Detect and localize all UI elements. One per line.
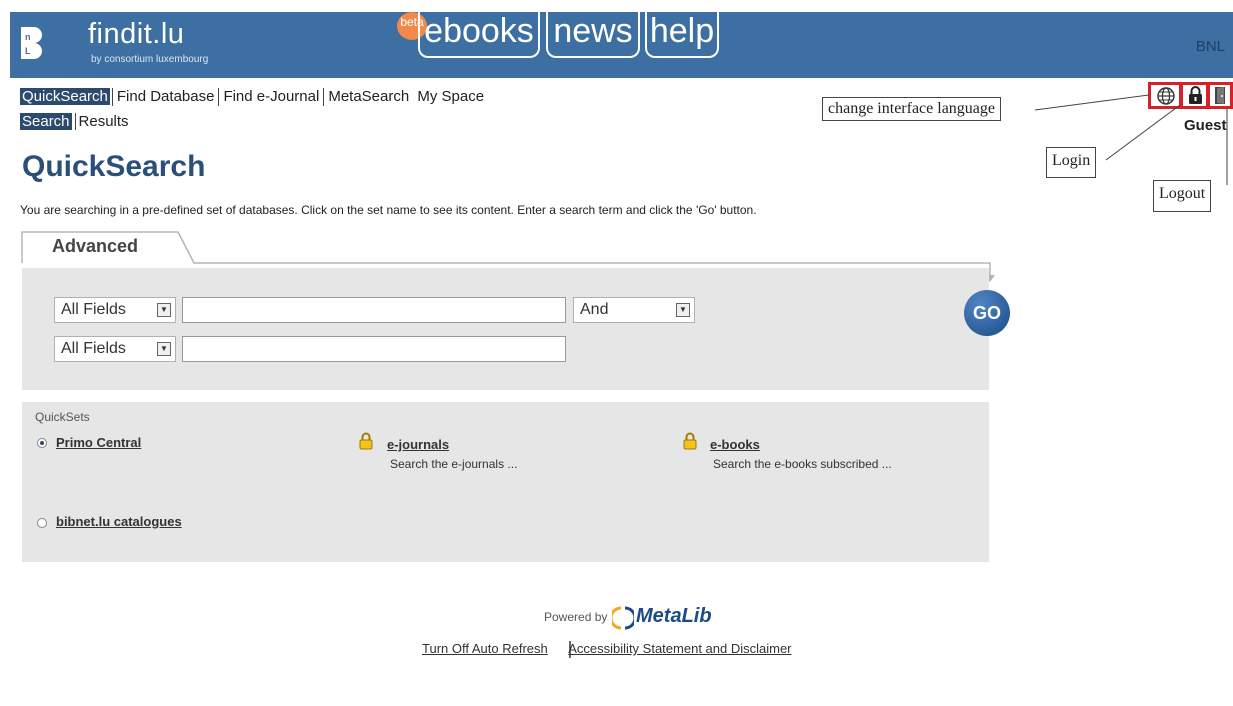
field-select-2[interactable]: All Fields ▼ (54, 336, 176, 362)
callout-language: change interface language (822, 97, 1002, 121)
chevron-down-icon: ▼ (676, 303, 690, 317)
chevron-down-icon: ▼ (157, 342, 171, 356)
footer-links: Turn Off Auto Refresh Accessibility Stat… (422, 641, 792, 656)
quicksets-title: QuickSets (35, 410, 90, 424)
quickset-bibnet[interactable]: bibnet.lu catalogues (56, 514, 182, 529)
callout-login: Login (1046, 147, 1097, 178)
quickset-ebooks-desc: Search the e-books subscribed ... (713, 457, 892, 471)
radio-bibnet[interactable] (37, 518, 47, 528)
radio-primo-central[interactable] (37, 438, 47, 448)
field-select-2-value: All Fields (61, 340, 126, 357)
quicksets-panel (22, 402, 989, 562)
quickset-ejournals-desc: Search the e-journals ... (390, 457, 518, 471)
field-select-1-value: All Fields (61, 301, 126, 318)
quickset-primo-central[interactable]: Primo Central (56, 435, 141, 450)
powered-by-label: Powered by (544, 610, 608, 624)
chevron-down-icon: ▼ (157, 303, 171, 317)
callout-logout: Logout (1153, 180, 1212, 212)
field-select-1[interactable]: All Fields ▼ (54, 297, 176, 323)
accessibility-statement-link[interactable]: Accessibility Statement and Disclaimer (568, 641, 791, 656)
quickset-ebooks[interactable]: e-books (710, 437, 760, 452)
go-button[interactable]: GO (964, 290, 1010, 336)
page-title: QuickSearch (22, 150, 206, 183)
metalib-logo: MetaLib (636, 605, 712, 627)
tab-advanced[interactable]: Advanced (52, 236, 138, 257)
turn-off-auto-refresh-link[interactable]: Turn Off Auto Refresh (422, 641, 548, 656)
operator-select-value: And (580, 301, 609, 318)
operator-select[interactable]: And ▼ (573, 297, 695, 323)
lock-icon (683, 432, 697, 450)
lock-icon (359, 432, 373, 450)
quickset-ejournals[interactable]: e-journals (387, 437, 449, 452)
metalib-logo-icon (612, 606, 634, 630)
page-description: You are searching in a pre-defined set o… (20, 203, 757, 217)
search-input-2[interactable] (182, 336, 566, 362)
search-panel (22, 268, 989, 390)
search-input-1[interactable] (182, 297, 566, 323)
